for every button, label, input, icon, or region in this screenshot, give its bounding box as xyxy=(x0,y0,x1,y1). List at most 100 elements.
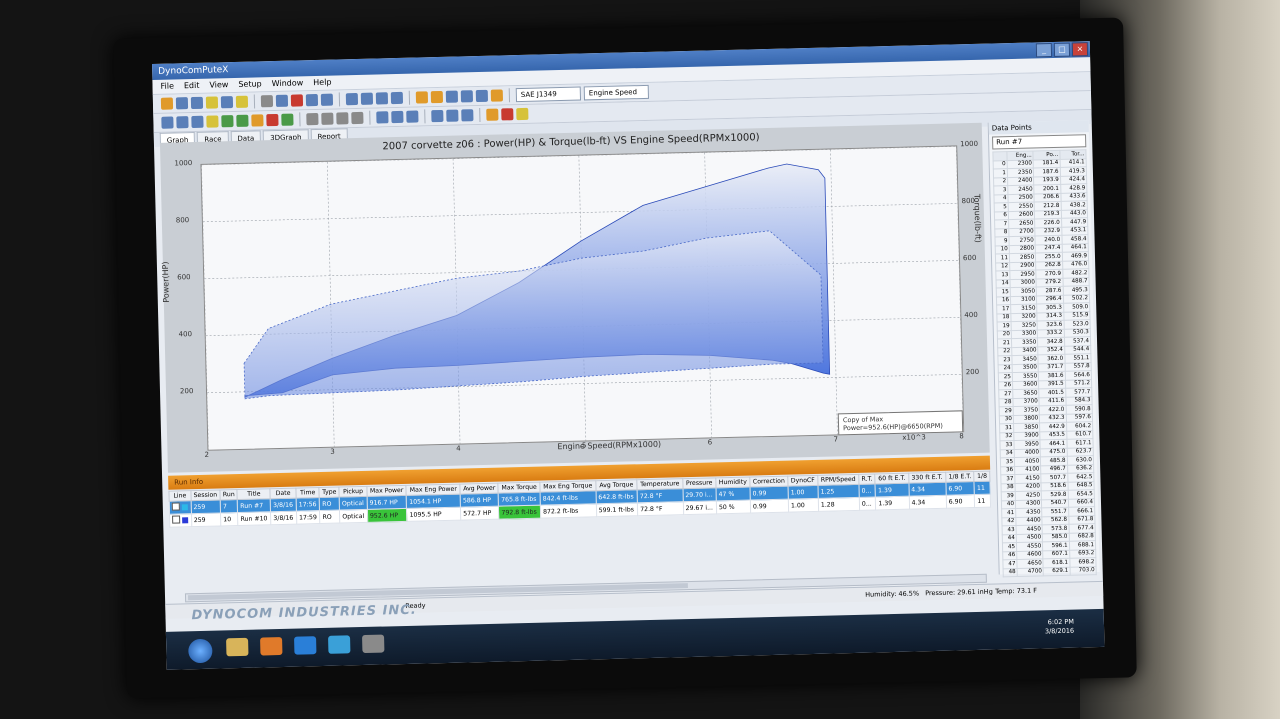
dp-cell: 42 xyxy=(1001,517,1017,526)
checklist-icon[interactable] xyxy=(236,114,249,127)
menu-window[interactable]: Window xyxy=(272,76,304,91)
close-button[interactable]: × xyxy=(1071,42,1089,57)
tools-icon[interactable] xyxy=(176,116,189,129)
database-icon[interactable] xyxy=(235,95,249,108)
run-cell: 259 xyxy=(190,499,221,514)
run-cell: 4.34 xyxy=(908,482,947,497)
dp-cell: 38 xyxy=(1000,483,1016,492)
stop-icon[interactable] xyxy=(290,94,304,107)
line-icon[interactable] xyxy=(306,112,319,126)
internet-explorer-icon[interactable] xyxy=(294,636,317,655)
zoom-fit-icon[interactable] xyxy=(375,92,389,105)
menu-view[interactable]: View xyxy=(209,78,228,92)
curve-icon[interactable] xyxy=(351,111,364,125)
file-explorer-icon[interactable] xyxy=(226,637,249,657)
maximize-button[interactable]: □ xyxy=(1053,42,1071,57)
print-icon[interactable] xyxy=(260,95,274,108)
dp-cell: 5 xyxy=(994,202,1009,212)
dp-cell: 9 xyxy=(994,236,1010,246)
grid-line-x xyxy=(830,149,838,435)
run-col-header[interactable]: Time xyxy=(295,487,320,499)
run-info-title: Run Info xyxy=(174,477,204,487)
plot-area[interactable]: Copy of Max Power=952.6(HP)@6650(RPM) xyxy=(200,145,965,451)
slope-icon[interactable] xyxy=(336,112,349,125)
window-icon[interactable] xyxy=(275,94,289,107)
pause-icon[interactable] xyxy=(446,109,459,122)
play-icon[interactable] xyxy=(431,109,444,123)
dp-cell: 48 xyxy=(1003,568,1018,577)
run-col-header[interactable]: Type xyxy=(319,487,340,498)
y-tick-right: 800 xyxy=(961,196,976,206)
graph-panel[interactable]: 2007 corvette z06 : Power(HP) & Torque(l… xyxy=(159,122,990,473)
connect-icon[interactable] xyxy=(160,97,174,110)
battery-icon[interactable] xyxy=(221,115,234,128)
media-player-icon[interactable] xyxy=(260,636,283,656)
run-cell: Run #7 xyxy=(237,498,271,513)
help-icon[interactable] xyxy=(305,93,319,107)
save-icon[interactable] xyxy=(220,96,234,109)
monitor-screen: DynoComPuteX _ □ × File Edit View Setup … xyxy=(152,41,1105,670)
correction-select[interactable]: SAE J1349 xyxy=(515,86,582,103)
run-col-header[interactable]: 1/8 xyxy=(974,471,990,482)
run-cell: Optical xyxy=(339,509,368,524)
run-select[interactable]: Run #7 xyxy=(992,134,1087,150)
step-icon[interactable] xyxy=(321,112,334,125)
crosshair-icon[interactable] xyxy=(430,90,444,104)
run-col-header[interactable]: Date xyxy=(270,488,297,499)
menu-setup[interactable]: Setup xyxy=(238,77,262,92)
zoom-out-icon[interactable] xyxy=(360,92,374,105)
app-icon[interactable] xyxy=(328,635,351,654)
note-icon[interactable] xyxy=(206,115,219,128)
dp-cell: 27 xyxy=(998,389,1013,399)
run-cell: 0... xyxy=(858,483,876,498)
y-tick-left: 600 xyxy=(177,273,191,282)
waveform-icon[interactable] xyxy=(281,113,294,126)
run-checkbox[interactable] xyxy=(169,513,192,528)
x-tick-label: 8 xyxy=(959,432,964,441)
globe-icon[interactable] xyxy=(190,96,204,110)
settings-icon[interactable] xyxy=(161,116,174,129)
run-cell: 7 xyxy=(220,499,238,513)
formula-icon[interactable] xyxy=(406,110,419,123)
car-icon[interactable] xyxy=(501,108,514,121)
fan-icon[interactable] xyxy=(251,114,264,127)
run-col-header[interactable]: Line xyxy=(168,490,191,502)
run-checkbox[interactable] xyxy=(169,500,192,515)
select-box-icon[interactable] xyxy=(191,115,204,129)
zoom-in-icon[interactable] xyxy=(345,92,359,106)
smooth-icon[interactable] xyxy=(445,90,459,103)
filter-icon[interactable] xyxy=(486,108,499,121)
grid-icon[interactable] xyxy=(415,91,429,104)
run-col-header[interactable]: R.T. xyxy=(858,473,876,485)
dp-cell: 17 xyxy=(996,304,1011,314)
monitor-icon[interactable] xyxy=(376,111,389,124)
scale-icon[interactable] xyxy=(475,89,489,103)
open-folder-icon[interactable] xyxy=(205,96,219,109)
menu-help[interactable]: Help xyxy=(313,76,332,90)
table-icon[interactable] xyxy=(490,89,504,102)
minimize-button[interactable]: _ xyxy=(1035,43,1053,58)
dp-cell: 31 xyxy=(999,423,1014,433)
dynocom-taskbar-icon[interactable] xyxy=(362,634,385,654)
dp-col-header[interactable] xyxy=(992,151,1008,161)
info-icon[interactable] xyxy=(320,93,334,106)
record-icon[interactable] xyxy=(461,109,474,122)
user-icon[interactable] xyxy=(516,107,529,121)
run-col-header[interactable]: Pickup xyxy=(339,486,367,498)
run-col-header[interactable]: Run xyxy=(219,489,238,500)
cursor-icon[interactable] xyxy=(390,91,404,105)
menu-file[interactable]: File xyxy=(160,79,174,93)
xaxis-select[interactable]: Engine Speed xyxy=(583,84,650,101)
menu-edit[interactable]: Edit xyxy=(184,79,200,93)
run-cell: 1.00 xyxy=(788,485,819,500)
pen-icon[interactable] xyxy=(266,113,279,127)
legend-icon[interactable] xyxy=(460,90,474,103)
run-cell: 1.28 xyxy=(818,497,860,512)
dp-row[interactable]: 48 4700 629.1 703.0 xyxy=(1003,566,1097,577)
dp-cell: 21 xyxy=(997,338,1012,348)
gauge-icon[interactable] xyxy=(175,97,189,110)
run-cell: 47 % xyxy=(715,487,751,501)
run-cell: 1.39 xyxy=(875,496,910,510)
export-icon[interactable] xyxy=(391,110,404,124)
start-button[interactable] xyxy=(188,638,213,664)
